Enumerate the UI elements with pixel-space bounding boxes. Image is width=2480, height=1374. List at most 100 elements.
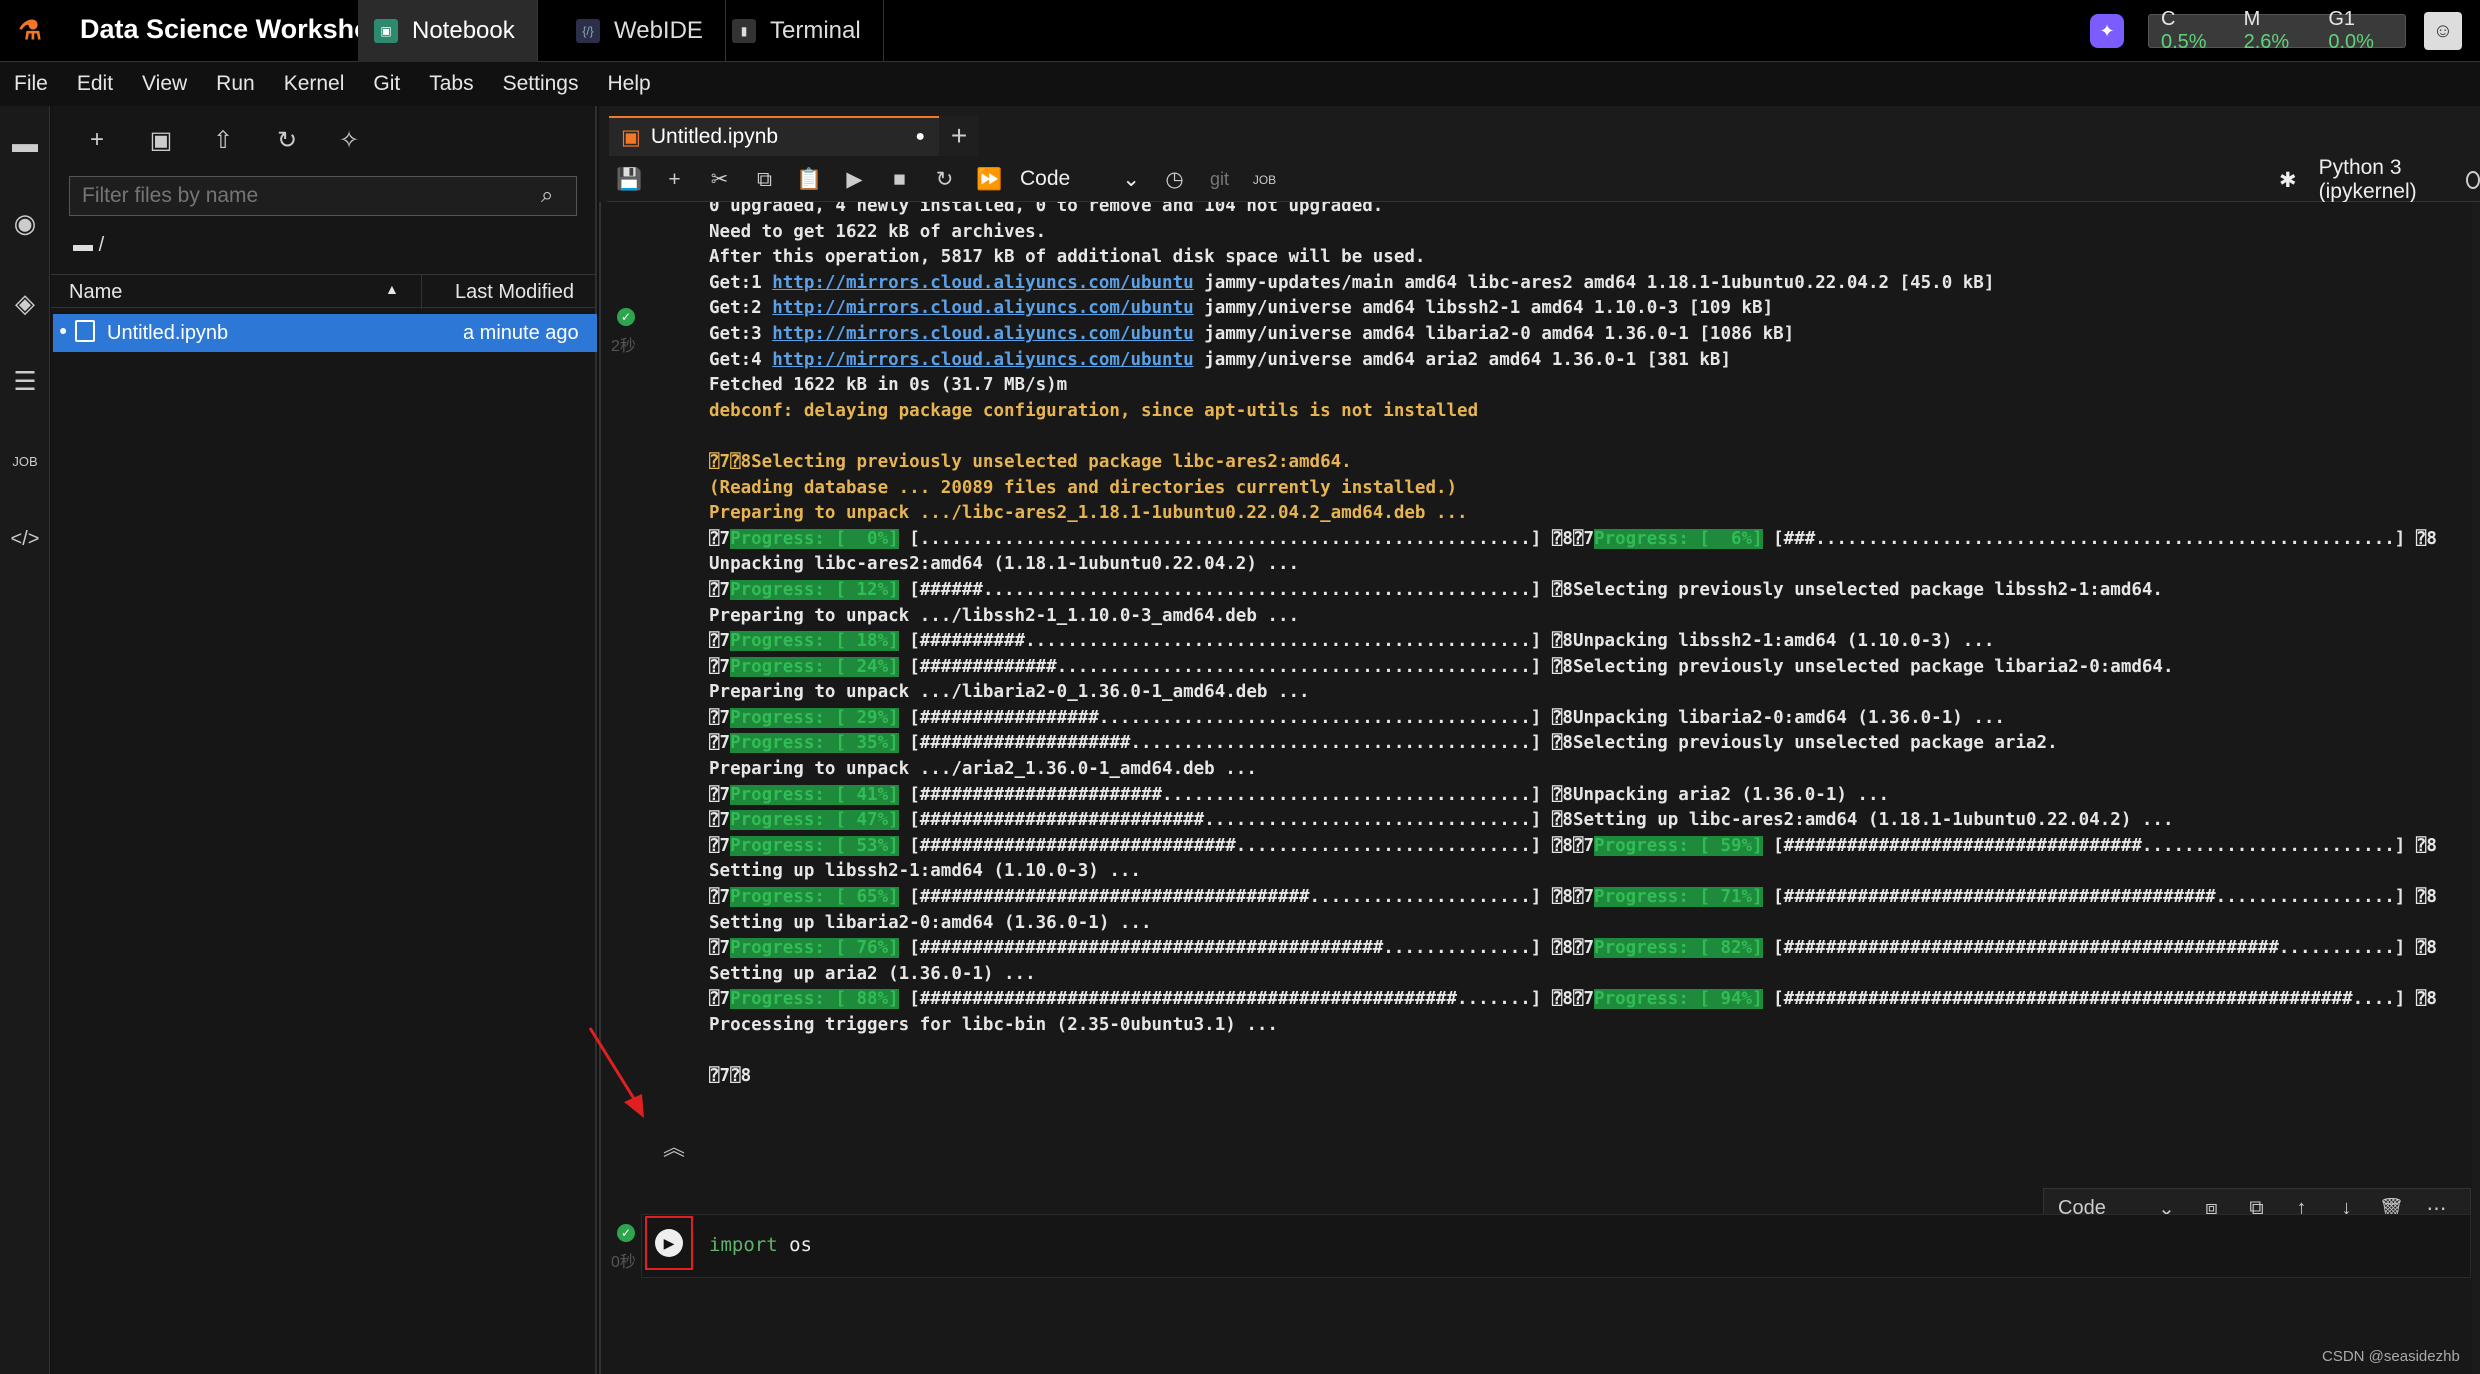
upload-icon[interactable]: ⇧ bbox=[205, 122, 241, 158]
cell-type-select[interactable]: Code ⌄ bbox=[1020, 167, 1140, 192]
new-launcher-icon[interactable]: + bbox=[79, 122, 115, 158]
user-avatar[interactable]: ☺ bbox=[2424, 12, 2462, 50]
mirror-link[interactable]: http://mirrors.cloud.aliyuncs.com/ubuntu bbox=[772, 273, 1193, 293]
output-text: Preparing to unpack .../aria2_1.36.0-1_a… bbox=[709, 759, 1257, 780]
git-icon[interactable]: ◈ bbox=[0, 278, 50, 328]
jobs-icon[interactable]: JOB bbox=[0, 436, 50, 486]
menu-file[interactable]: File bbox=[14, 72, 48, 96]
run-all-icon[interactable]: ⏩ bbox=[967, 158, 1012, 202]
progress-badge: Progress: [ 76%] bbox=[730, 938, 899, 959]
output-text: ⍰7 bbox=[709, 810, 731, 831]
folder-icon[interactable]: ▬ bbox=[0, 118, 50, 168]
output-line: ⍰7Progress: [ 47%] [####################… bbox=[709, 808, 2469, 834]
output-text: Setting up libssh2-1:amd64 (1.10.0-3) ..… bbox=[709, 861, 1141, 882]
output-line: ⍰7Progress: [ 88%] [####################… bbox=[709, 987, 2469, 1013]
output-line: ⍰7⍰8 bbox=[709, 1064, 2469, 1090]
restart-icon[interactable]: ↻ bbox=[922, 158, 967, 202]
progress-badge: Progress: [ 29%] bbox=[730, 707, 899, 728]
git-clone-icon[interactable]: ✧ bbox=[331, 122, 367, 158]
menu-tabs[interactable]: Tabs bbox=[429, 72, 473, 96]
code-icon[interactable]: </> bbox=[0, 514, 50, 564]
new-folder-icon[interactable]: ▣ bbox=[143, 122, 179, 158]
top-bar: ⚗ Data Science Workshop ▣ Notebook {/} Web… bbox=[0, 0, 2480, 62]
doc-tab-untitled[interactable]: ▣ Untitled.ipynb ● bbox=[609, 116, 939, 156]
output-text: Fetched 1622 kB in 0s (31.7 MB/s)m bbox=[709, 375, 1068, 396]
insert-cell-icon[interactable]: + bbox=[652, 158, 697, 202]
col-name[interactable]: Name bbox=[69, 281, 122, 304]
paste-icon[interactable]: 📋 bbox=[787, 158, 832, 202]
menu-settings[interactable]: Settings bbox=[503, 72, 579, 96]
exec-time-label: 0秒 bbox=[611, 1254, 636, 1271]
running-icon[interactable]: ◉ bbox=[0, 198, 50, 248]
tab-webide[interactable]: {/} WebIDE bbox=[560, 0, 726, 62]
output-text: [#######################################… bbox=[898, 989, 1595, 1010]
output-warning: ⍰7⍰8Selecting previously unselected pack… bbox=[709, 451, 1352, 472]
file-filter-input[interactable] bbox=[69, 176, 577, 216]
sort-asc-icon[interactable]: ▲ bbox=[385, 281, 399, 297]
notebook-scroll-area[interactable]: ✓ 2秒 0 upgraded, 4 newly installed, 0 to… bbox=[599, 202, 2472, 1374]
new-tab-button[interactable]: + bbox=[939, 116, 979, 156]
save-icon[interactable]: 💾 bbox=[607, 158, 652, 202]
unsaved-dot-icon[interactable]: ● bbox=[915, 128, 925, 146]
menu-bar: File Edit View Run Kernel Git Tabs Setti… bbox=[0, 63, 2480, 105]
notebook-area: ▣ Untitled.ipynb ● + 💾 + ✂ ⧉ 📋 ▶ ■ ↻ ⏩ C… bbox=[599, 106, 2480, 1374]
output-text: [###########################............… bbox=[898, 810, 2174, 831]
output-line: Preparing to unpack .../aria2_1.36.0-1_a… bbox=[709, 757, 2469, 783]
folder-small-icon: ▬ bbox=[73, 234, 99, 256]
notebook-icon: ▣ bbox=[374, 19, 398, 43]
progress-badge: Progress: [ 88%] bbox=[730, 989, 899, 1010]
job-icon[interactable]: JOB bbox=[1242, 158, 1287, 202]
output-line: ⍰7Progress: [ 29%] [#################...… bbox=[709, 706, 2469, 732]
code-cell[interactable] bbox=[641, 1214, 2471, 1278]
tab-notebook[interactable]: ▣ Notebook bbox=[358, 0, 538, 62]
code-editor[interactable]: import os bbox=[709, 1234, 812, 1256]
stop-icon[interactable]: ■ bbox=[877, 158, 922, 202]
menu-git[interactable]: Git bbox=[373, 72, 400, 96]
cut-icon[interactable]: ✂ bbox=[697, 158, 742, 202]
menu-kernel[interactable]: Kernel bbox=[284, 72, 345, 96]
mirror-link[interactable]: http://mirrors.cloud.aliyuncs.com/ubuntu bbox=[772, 298, 1193, 318]
progress-badge: Progress: [ 53%] bbox=[730, 835, 899, 856]
git-diff-label[interactable]: git bbox=[1197, 158, 1242, 202]
debugger-bug-icon[interactable]: ✱ bbox=[2279, 168, 2297, 193]
output-text: ⍰7 bbox=[709, 631, 731, 652]
mirror-link[interactable]: http://mirrors.cloud.aliyuncs.com/ubuntu bbox=[772, 350, 1193, 370]
run-cell-button[interactable]: ▶ bbox=[645, 1216, 693, 1270]
breadcrumb[interactable]: ▬ / bbox=[73, 234, 104, 257]
output-text: Processing triggers for libc-bin (2.35-0… bbox=[709, 1015, 1278, 1035]
ai-assistant-icon[interactable]: ✦ bbox=[2090, 14, 2124, 48]
clock-icon[interactable]: ◷ bbox=[1152, 158, 1197, 202]
output-line: ⍰7⍰8Selecting previously unselected pack… bbox=[709, 450, 2469, 476]
column-divider bbox=[421, 275, 422, 309]
output-warning: Preparing to unpack .../libc-ares2_1.18.… bbox=[709, 503, 1468, 524]
menu-run[interactable]: Run bbox=[216, 72, 255, 96]
output-text: Need to get 1622 kB of archives. bbox=[709, 221, 1047, 242]
gpu-metric: G1 0.0% bbox=[2328, 8, 2405, 54]
output-text: [#######################................… bbox=[898, 784, 1890, 805]
file-list-header: Name ▲ Last Modified bbox=[51, 274, 597, 309]
kernel-indicator[interactable]: ✱ Python 3 (ipykernel) bbox=[2279, 156, 2480, 203]
table-of-contents-icon[interactable]: ☰ bbox=[0, 356, 50, 406]
output-text: jammy-updates/main amd64 libc-ares2 amd6… bbox=[1193, 272, 1995, 293]
terminal-icon: ▮ bbox=[732, 19, 756, 43]
col-last-modified[interactable]: Last Modified bbox=[455, 281, 574, 304]
menu-help[interactable]: Help bbox=[608, 72, 651, 96]
run-icon[interactable]: ▶ bbox=[832, 158, 877, 202]
collapse-chevron-icon[interactable]: ︽ bbox=[663, 1130, 685, 1162]
file-name: Untitled.ipynb bbox=[107, 322, 229, 344]
progress-badge: Progress: [ 18%] bbox=[730, 631, 899, 652]
output-text: [##################################.....… bbox=[1762, 835, 2437, 856]
tab-terminal[interactable]: ▮ Terminal bbox=[716, 0, 884, 62]
menu-edit[interactable]: Edit bbox=[77, 72, 113, 96]
output-line: ⍰7Progress: [ 18%] [##########..........… bbox=[709, 629, 2469, 655]
mirror-link[interactable]: http://mirrors.cloud.aliyuncs.com/ubuntu bbox=[772, 324, 1193, 344]
output-text: ⍰7 bbox=[709, 887, 731, 908]
progress-badge: Progress: [ 35%] bbox=[730, 733, 899, 754]
file-row[interactable]: ● Untitled.ipynb a minute ago bbox=[53, 314, 597, 352]
output-text: [#######################################… bbox=[1762, 938, 2437, 959]
copy-icon[interactable]: ⧉ bbox=[742, 158, 787, 202]
menu-view[interactable]: View bbox=[142, 72, 187, 96]
output-text: ⍰7 bbox=[709, 784, 731, 805]
output-cell: ✓ 2秒 0 upgraded, 4 newly installed, 0 to… bbox=[601, 202, 2472, 1162]
refresh-icon[interactable]: ↻ bbox=[269, 122, 305, 158]
